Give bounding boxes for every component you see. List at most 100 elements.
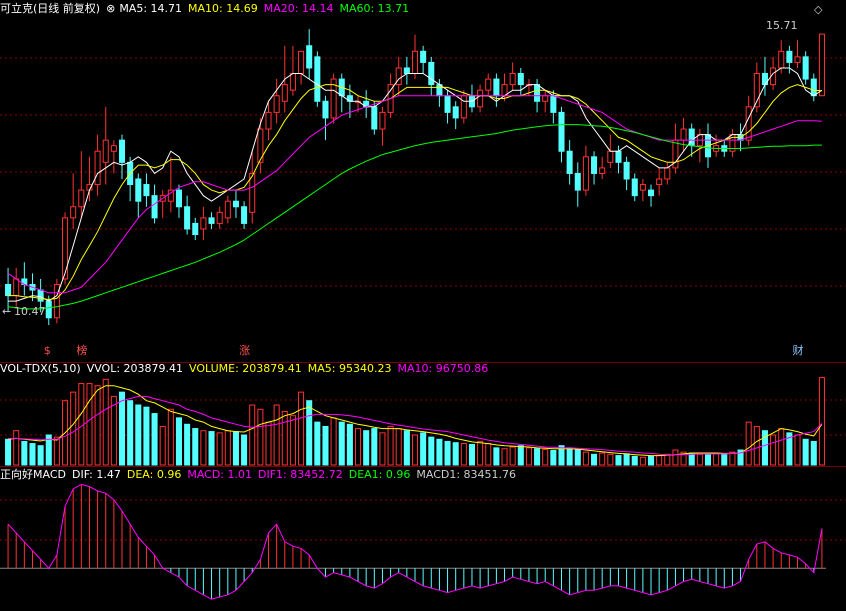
candle-body — [110, 145, 117, 152]
candle-body — [566, 150, 573, 174]
high-price-label: 15.71 — [766, 19, 798, 32]
candle-body — [322, 100, 329, 119]
candle-body — [794, 56, 801, 63]
volume-bar — [265, 421, 272, 466]
candle-body — [37, 289, 44, 302]
volume-plot[interactable] — [5, 377, 825, 466]
volume-bar — [460, 443, 467, 466]
volume-bar — [420, 432, 427, 466]
volume-bar — [232, 431, 239, 466]
volume-bar — [452, 442, 459, 466]
candle-body — [281, 84, 288, 102]
volume-bar — [127, 400, 134, 466]
macd-plot[interactable] — [0, 483, 826, 600]
vol-ma10-label: MA10: 96750.86 — [397, 362, 489, 375]
candle-body — [818, 33, 825, 97]
event-marker[interactable]: 榜 — [76, 345, 87, 357]
candle-body — [607, 150, 614, 163]
volume-bar — [623, 453, 630, 466]
volume-bar — [778, 428, 785, 466]
candle-body — [102, 139, 109, 163]
ma5-label: MA5: 14.71 — [119, 2, 183, 15]
dif-label: DIF: 1.47 — [71, 468, 121, 481]
volume-bar — [403, 430, 410, 466]
volume-bar — [574, 449, 581, 466]
volume-title: VOL-TDX(5,10) — [0, 362, 81, 375]
volume-bar — [395, 428, 402, 466]
macd-title: 正向好MACD — [0, 468, 66, 481]
candle-body — [70, 206, 77, 219]
stock-chart — [0, 29, 846, 600]
volume-bar — [159, 425, 166, 466]
volume-bar — [70, 391, 77, 466]
event-marker[interactable]: 财 — [793, 345, 804, 357]
volume-bar — [647, 455, 655, 466]
volume-bar — [509, 446, 516, 466]
volume-bar — [241, 434, 248, 466]
candle-body — [78, 189, 85, 208]
dif1-label: DIF1: 83452.72 — [258, 468, 343, 481]
candle-body — [94, 150, 101, 186]
volume-bar — [371, 428, 378, 466]
volume-bar — [810, 440, 817, 466]
volume-bar — [200, 430, 207, 466]
ma10-label: MA10: 14.69 — [188, 2, 258, 15]
volume-bar — [330, 417, 337, 466]
candle-body — [517, 73, 524, 86]
volume-bar — [387, 425, 394, 466]
volume-bar — [721, 453, 728, 466]
macd-label: MACD: 1.01 — [187, 468, 252, 481]
volume-bar — [582, 451, 589, 466]
volume-bar — [355, 428, 362, 466]
stock-title: 可立克(日线 前复权) — [0, 2, 101, 15]
volume-bar — [794, 434, 801, 466]
volume-bar — [615, 455, 622, 466]
volume-bar — [298, 391, 305, 466]
event-marker[interactable]: 涨 — [239, 345, 250, 357]
volume-bar — [346, 423, 353, 466]
candle-body — [477, 89, 484, 108]
candle-body — [623, 161, 630, 180]
volume-bar — [143, 406, 150, 466]
volume-label: VOLUME: 203879.41 — [189, 362, 302, 375]
diamond-icon[interactable]: ◇ — [814, 4, 822, 16]
volume-bar — [713, 453, 720, 466]
candle-body — [45, 300, 52, 319]
vol-ma5-label: MA5: 95340.23 — [307, 362, 392, 375]
candle-body — [298, 50, 305, 75]
volume-bar — [5, 438, 12, 466]
volume-bar — [818, 377, 825, 466]
volume-bar — [224, 430, 231, 466]
candle-body — [656, 178, 663, 186]
candle-body — [379, 111, 386, 130]
low-price-label: 10.47 — [14, 305, 46, 318]
candle-body — [444, 95, 451, 113]
volume-bar — [167, 408, 174, 466]
volume-bar — [94, 385, 101, 466]
ma60-label: MA60: 13.71 — [339, 2, 410, 15]
volume-bar — [78, 383, 85, 466]
event-marker[interactable]: $ — [44, 345, 51, 357]
volume-header: VOL-TDX(5,10) VVOL: 203879.41 VOLUME: 20… — [0, 361, 494, 377]
candle-body — [241, 206, 248, 224]
settings-icon[interactable]: ⊗ — [106, 1, 115, 17]
low-arrow-icon: ← — [2, 305, 12, 318]
volume-bar — [525, 447, 532, 466]
candle-body — [216, 211, 223, 224]
candle-body — [664, 167, 671, 180]
volume-bar — [37, 445, 44, 466]
volume-bar — [411, 434, 419, 466]
volume-bar — [802, 438, 809, 466]
candle-body — [550, 95, 557, 113]
candle-body — [151, 195, 158, 219]
volume-bar — [208, 431, 215, 466]
volume-bar — [86, 383, 93, 466]
volume-bar — [175, 417, 183, 466]
candle-body — [599, 167, 606, 174]
volume-bar — [192, 428, 199, 466]
candle-body — [534, 84, 541, 102]
candlestick-plot[interactable] — [5, 29, 825, 326]
volume-bar — [289, 415, 296, 466]
volume-bar — [110, 395, 117, 466]
volume-bar — [745, 421, 752, 466]
